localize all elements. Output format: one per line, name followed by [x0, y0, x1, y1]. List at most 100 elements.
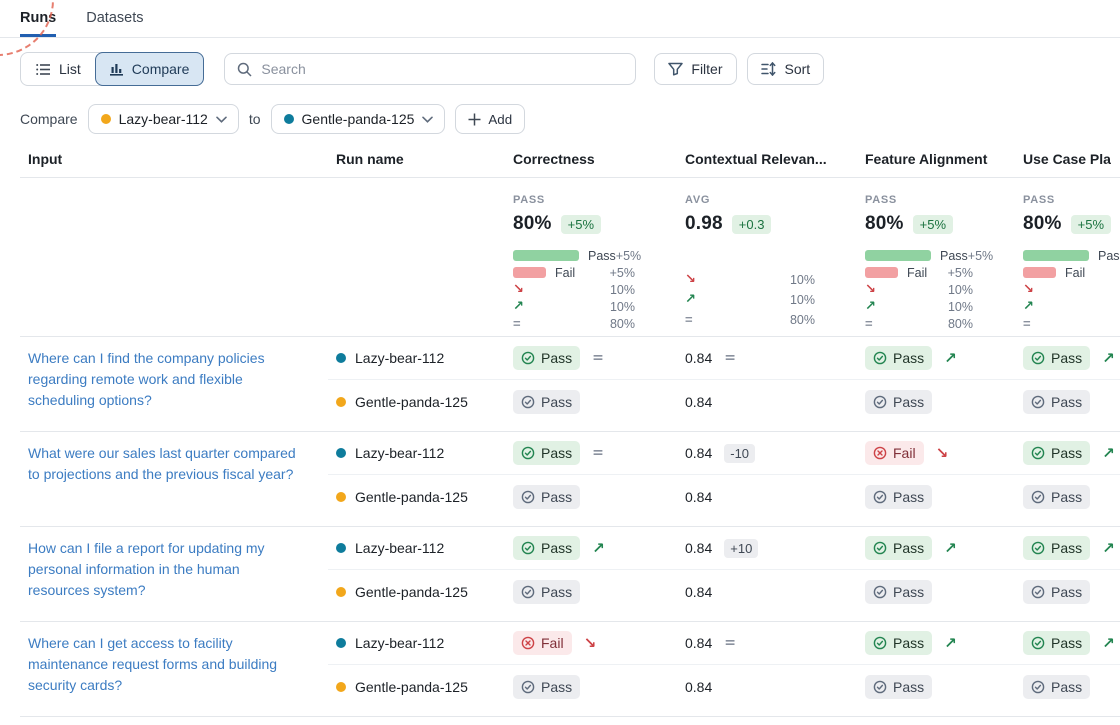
compare-view-button[interactable]: Compare [95, 52, 205, 86]
correctness-cell: Pass= [505, 432, 677, 475]
status-label: Pass [893, 635, 924, 651]
tab-datasets[interactable]: Datasets [86, 10, 143, 37]
correctness-cell: Pass = [505, 337, 677, 380]
run-color-dot [336, 587, 346, 597]
summary-metric-label: PASS [513, 194, 669, 206]
check-circle-icon [521, 446, 535, 460]
summary-value: 80% [1023, 213, 1062, 235]
legend-item: Fail+5% [513, 266, 669, 279]
status-label: Pass [1051, 489, 1082, 505]
search-input[interactable] [261, 61, 623, 77]
filter-button[interactable]: Filter [654, 53, 736, 85]
legend-contextual: ↘10%↗10%=80% [685, 273, 849, 326]
feature-cell: Pass [857, 380, 1015, 423]
contextual-cell: 0.84 [677, 380, 857, 423]
legend-item: Pass+5% [513, 249, 669, 262]
run-name-cell: Gentle-panda-125 [328, 570, 505, 613]
status-badge-pass: Pass [865, 580, 932, 604]
check-circle-icon [873, 585, 887, 599]
input-question-link[interactable]: How can I file a report for updating my … [20, 527, 328, 613]
summary-delta-badge: +5% [561, 215, 601, 234]
trend-down-icon: ↘ [1023, 283, 1034, 296]
legend-value: 10% [610, 283, 635, 297]
search-box[interactable] [224, 53, 636, 85]
status-label: Pass [893, 679, 924, 695]
add-label: Add [488, 112, 512, 127]
input-question-link[interactable]: Where can I find the company policies re… [20, 337, 328, 423]
run-name: Lazy-bear-112 [355, 445, 444, 461]
feature-cell: Pass↗ [857, 622, 1015, 665]
target-run-dropdown[interactable]: Gentle-panda-125 [271, 104, 446, 134]
status-label: Pass [541, 540, 572, 556]
contextual-cell: 0.84 [677, 665, 857, 708]
add-run-button[interactable]: Add [455, 104, 525, 134]
contextual-cell: 0.84= [677, 622, 857, 665]
view-toggle: List Compare [20, 52, 204, 86]
status-label: Pass [1051, 679, 1082, 695]
target-run-dot [284, 114, 294, 124]
summary-correctness: PASS 80% +5% Pass+5%Fail+5%↘10%↗10%=80% [505, 194, 677, 330]
score-delta-badge: +10 [724, 539, 758, 558]
legend-value: +5% [610, 266, 635, 280]
trend-equal-icon: = [592, 351, 604, 365]
feature-cell: Pass [857, 665, 1015, 708]
summary-feature-alignment: PASS 80% +5% Pass+5%Fail+5%↘10%↗10%=80% [857, 194, 1015, 330]
trend-equal-icon: = [724, 636, 736, 650]
trend-up-icon: ↗ [592, 541, 605, 556]
run-name: Gentle-panda-125 [355, 584, 468, 600]
run-name: Gentle-panda-125 [355, 679, 468, 695]
contextual-cell: 0.84 [677, 717, 857, 725]
status-badge-pass: Pass [865, 485, 932, 509]
list-view-button[interactable]: List [21, 53, 96, 85]
sort-button[interactable]: Sort [747, 53, 825, 85]
status-label: Pass [541, 394, 572, 410]
tab-runs[interactable]: Runs [20, 10, 56, 37]
feature-cell: Pass↗ [857, 527, 1015, 570]
legend-pass-bar [865, 250, 931, 261]
run-name: Lazy-bear-112 [355, 350, 444, 366]
trend-down-icon: ↘ [584, 636, 597, 651]
trend-equal-icon: = [1023, 317, 1031, 330]
column-header-run-name: Run name [328, 149, 505, 177]
input-question-link[interactable]: Where can I find the company directory w… [20, 717, 328, 725]
input-question-link[interactable]: Where can I get access to facility maint… [20, 622, 328, 708]
status-badge-pass: Pass [865, 631, 932, 655]
status-badge-pass: Pass [1023, 390, 1090, 414]
check-circle-icon [521, 541, 535, 555]
x-circle-icon [521, 636, 535, 650]
trend-up-icon: ↗ [865, 300, 876, 313]
status-label: Pass [1051, 445, 1082, 461]
score-value: 0.84 [685, 350, 712, 366]
baseline-run-dot [101, 114, 111, 124]
summary-contextual-relevance: AVG 0.98 +0.3 ↘10%↗10%=80% [677, 194, 857, 330]
legend-label: Pass [940, 249, 968, 263]
feature-cell: Pass [857, 475, 1015, 518]
check-circle-icon [521, 395, 535, 409]
run-color-dot [336, 353, 346, 363]
legend-feature: Pass+5%Fail+5%↘10%↗10%=80% [865, 249, 1007, 330]
legend-pass-bar [1023, 250, 1089, 261]
status-badge-pass: Pass [1023, 580, 1090, 604]
contextual-cell: 0.84-10 [677, 432, 857, 475]
run-name-cell: Lazy-bear-112 [328, 622, 505, 665]
input-question-link[interactable]: What were our sales last quarter compare… [20, 432, 328, 518]
summary-metric-label: PASS [865, 194, 1007, 206]
use_case-cell: Pass [1015, 570, 1120, 613]
status-label: Pass [541, 350, 572, 366]
trend-up-icon: ↗ [685, 293, 696, 306]
run-name-cell: Lazy-bear-112 [328, 717, 505, 725]
score-value: 0.84 [685, 445, 712, 461]
baseline-run-name: Lazy-bear-112 [119, 111, 208, 127]
status-badge-pass: Pass [513, 675, 580, 699]
baseline-run-dropdown[interactable]: Lazy-bear-112 [88, 104, 239, 134]
contextual-cell: 0.84= [677, 337, 857, 380]
run-name-cell: Gentle-panda-125 [328, 475, 505, 518]
trend-down-icon: ↘ [936, 446, 949, 461]
contextual-cell: 0.84 [677, 475, 857, 518]
trend-up-icon: ↗ [513, 300, 524, 313]
use_case-cell: Pass [1015, 717, 1120, 725]
sort-label: Sort [785, 61, 811, 77]
use_case-cell: Pass [1015, 665, 1120, 708]
status-badge-fail: Fail [513, 631, 572, 655]
run-color-dot [336, 492, 346, 502]
